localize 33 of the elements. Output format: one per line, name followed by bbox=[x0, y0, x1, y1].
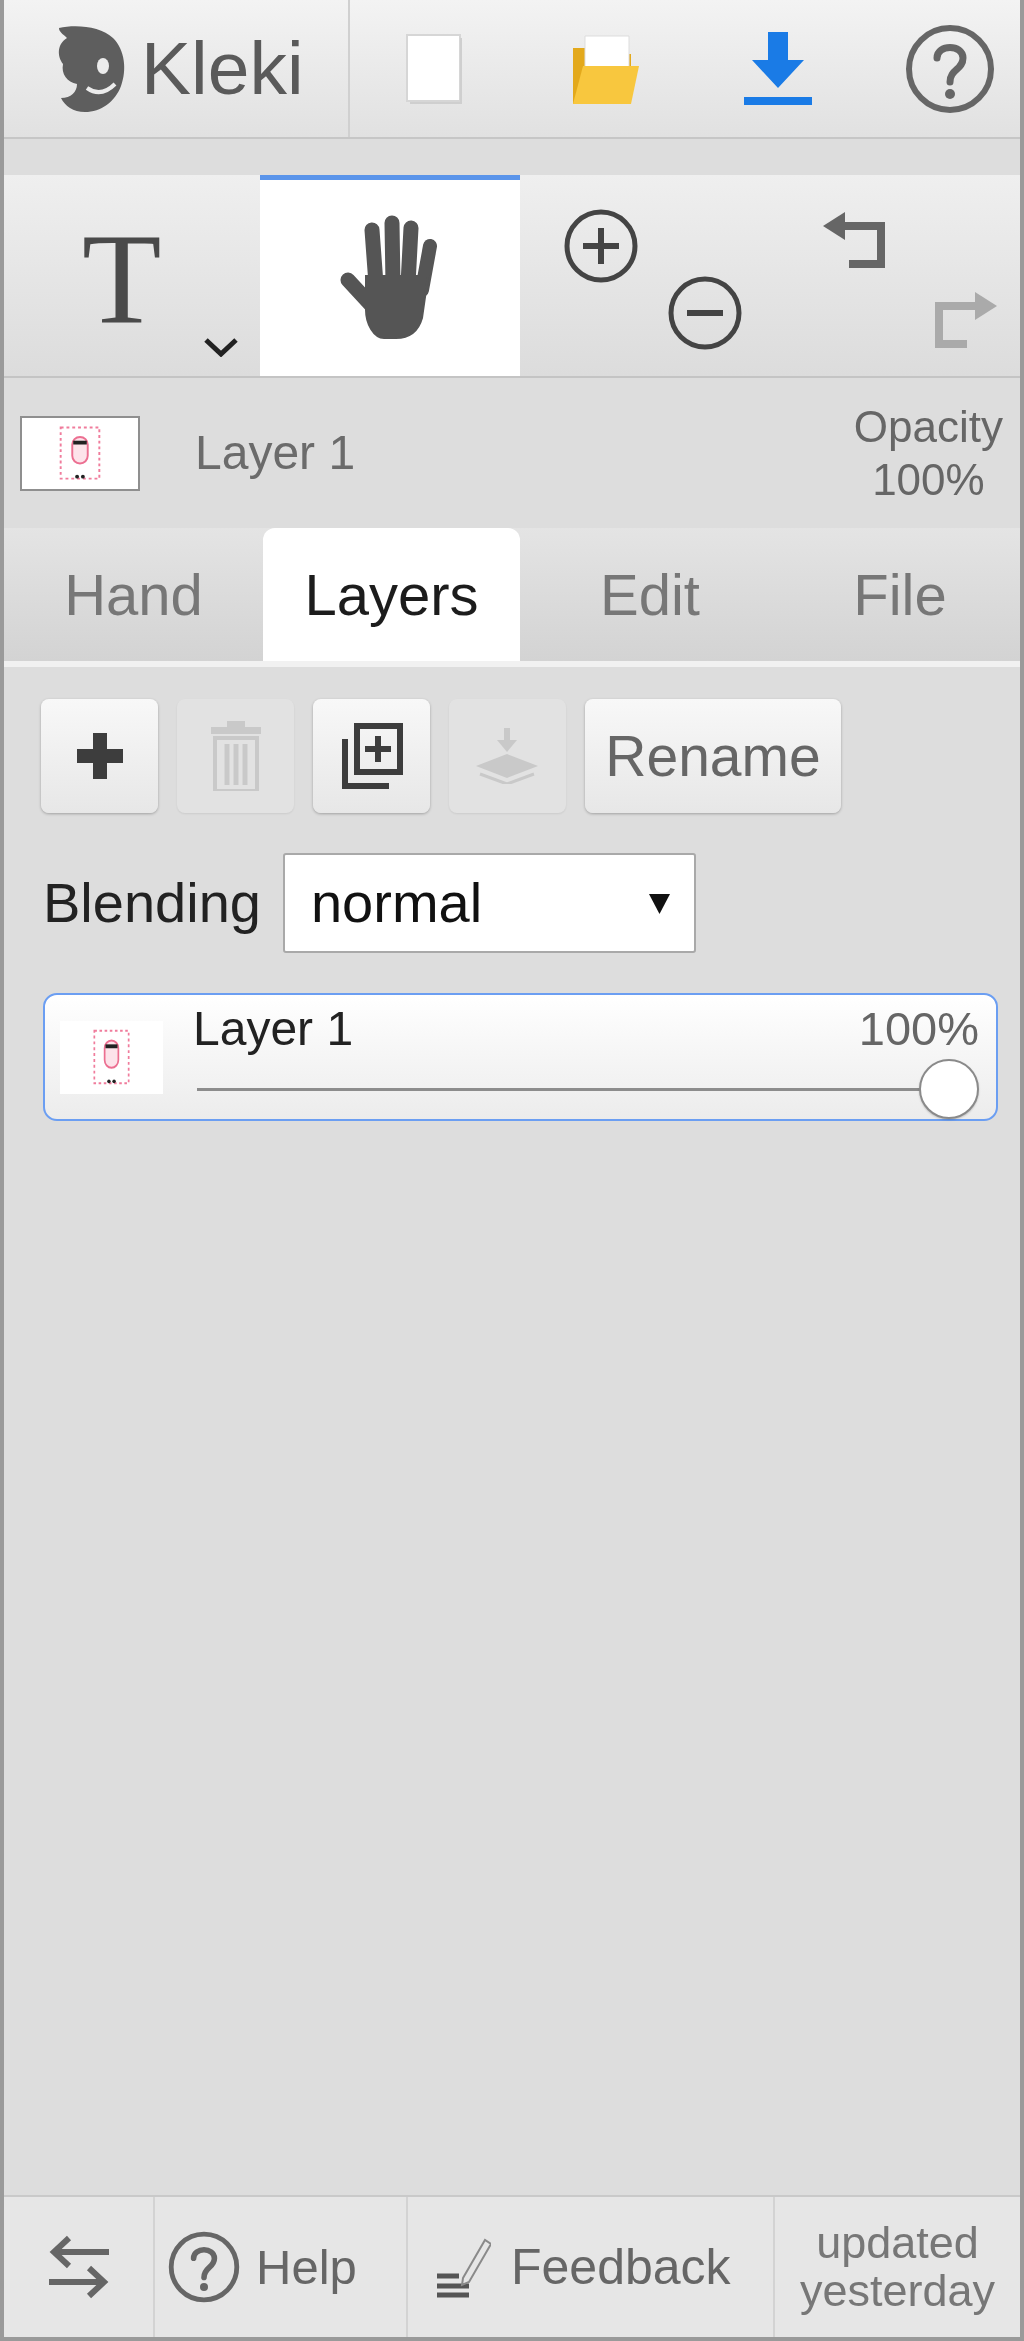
changelog-button[interactable]: updated yesterday bbox=[775, 2197, 1020, 2337]
tab[interactable]: Layers bbox=[263, 528, 520, 661]
opacity-value: 100% bbox=[872, 454, 985, 506]
opacity-label: Opacity bbox=[853, 401, 1003, 453]
feedback-button[interactable]: Feedback bbox=[408, 2197, 775, 2337]
trash-icon bbox=[210, 721, 261, 791]
dropdown-arrow-icon bbox=[648, 892, 670, 914]
chevron-down-icon bbox=[203, 337, 240, 357]
plus-icon bbox=[76, 733, 123, 779]
help-icon bbox=[168, 2231, 240, 2303]
current-layer-name: Layer 1 bbox=[195, 429, 356, 477]
layer-item[interactable]: Layer 1 100% bbox=[43, 993, 998, 1121]
tab[interactable]: Edit bbox=[520, 528, 780, 661]
hand-tool-button[interactable] bbox=[260, 175, 520, 376]
blending-select[interactable]: normal bbox=[282, 853, 696, 953]
blank-page-icon bbox=[405, 33, 463, 104]
help-icon bbox=[905, 23, 995, 114]
tab[interactable]: Hand bbox=[4, 528, 263, 661]
tab[interactable]: File bbox=[780, 528, 1020, 661]
zoom-in-icon bbox=[563, 208, 639, 284]
rename-button[interactable]: Rename bbox=[585, 699, 841, 813]
layer-opacity: 100% bbox=[858, 1005, 979, 1052]
merge-down-icon bbox=[476, 728, 539, 784]
duplicate-icon bbox=[340, 722, 403, 790]
layer-name: Layer 1 bbox=[193, 1004, 354, 1053]
feedback-icon bbox=[435, 2236, 491, 2298]
zoom-out-icon bbox=[667, 275, 743, 351]
duplicate-layer-button[interactable] bbox=[313, 699, 430, 813]
download-icon bbox=[744, 32, 812, 105]
add-layer-button[interactable] bbox=[41, 699, 158, 813]
logo-text: Kleki bbox=[141, 31, 304, 106]
slider-thumb[interactable] bbox=[919, 1059, 979, 1119]
help-button[interactable]: Help bbox=[155, 2197, 408, 2337]
